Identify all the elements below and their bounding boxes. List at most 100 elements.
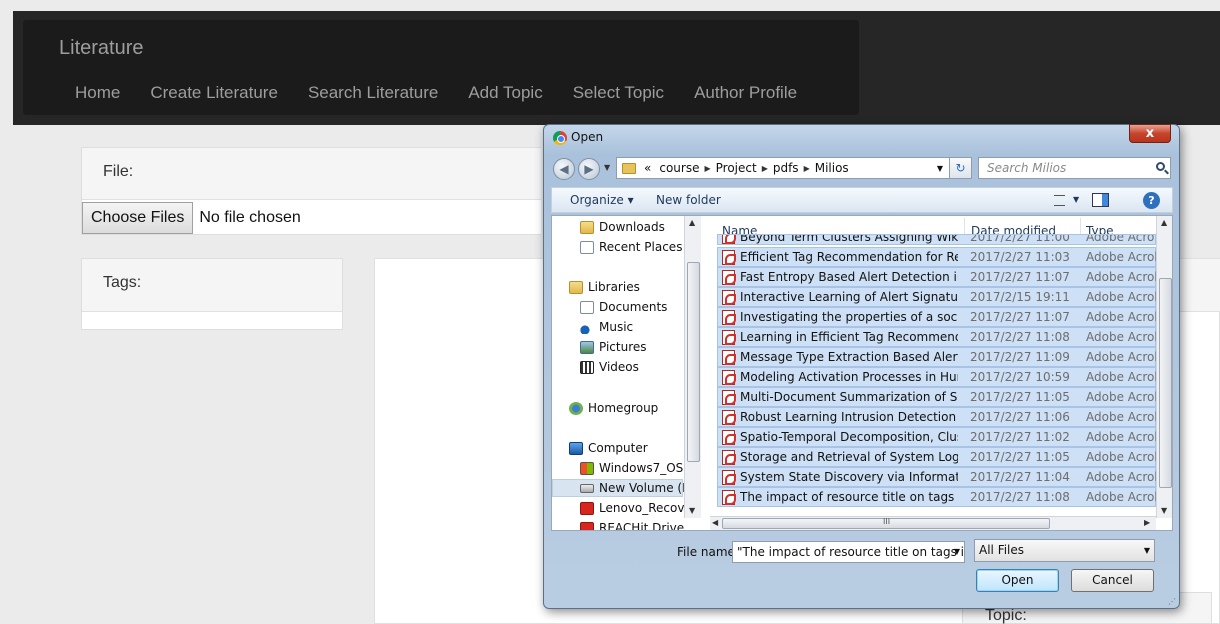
nav-home[interactable]: Home xyxy=(75,83,120,103)
dialog-title: Open xyxy=(571,130,604,144)
breadcrumb-course[interactable]: course xyxy=(659,161,699,175)
tree-item-windows-drive[interactable]: Windows7_OS (C xyxy=(580,459,700,477)
file-list: Name Date modified Type Beyond Term Clus… xyxy=(710,216,1172,530)
pdf-file-icon xyxy=(722,235,736,244)
tree-item-music[interactable]: Music xyxy=(580,318,633,336)
breadcrumb-milios[interactable]: Milios xyxy=(815,161,849,175)
tags-panel-title: Tags: xyxy=(103,274,142,291)
file-row[interactable]: Spatio-Temporal Decomposition, Cluster..… xyxy=(717,427,1156,447)
file-list-scrollbar[interactable]: ▲ ▼ xyxy=(1156,216,1172,518)
scroll-down-icon[interactable]: ▼ xyxy=(1161,506,1167,515)
address-bar[interactable]: « course ▶ Project ▶ pdfs ▶ Milios ▼ xyxy=(616,157,950,179)
breadcrumb-separator-icon[interactable]: ▶ xyxy=(704,164,710,173)
file-row[interactable]: Fast Entropy Based Alert Detection in Su… xyxy=(717,267,1156,287)
scroll-up-icon[interactable]: ▲ xyxy=(689,218,695,227)
file-name-input[interactable]: "The impact of resource title on tags in… xyxy=(732,541,965,563)
close-button[interactable]: x xyxy=(1129,124,1171,143)
file-row[interactable]: Learning in Efficient Tag Recommendation… xyxy=(717,327,1156,347)
chevron-down-icon[interactable]: ▼ xyxy=(954,547,960,556)
file-row[interactable]: Modeling Activation Processes in Huma...… xyxy=(717,367,1156,387)
tree-item-new-volume[interactable]: New Volume (D: xyxy=(552,479,695,497)
nav-select-topic[interactable]: Select Topic xyxy=(573,83,664,103)
file-input[interactable]: Choose Files No file chosen xyxy=(82,202,301,234)
nav-author-profile[interactable]: Author Profile xyxy=(694,83,797,103)
chevron-down-icon[interactable]: ▼ xyxy=(1144,546,1150,555)
new-folder-button[interactable]: New folder xyxy=(656,193,721,207)
windows-drive-icon xyxy=(580,461,594,475)
tree-item-reachit-drive[interactable]: REACHit Drive xyxy=(580,519,684,530)
search-icon[interactable] xyxy=(1156,162,1165,171)
refresh-icon[interactable]: ↻ xyxy=(950,157,972,179)
breadcrumb-pdfs[interactable]: pdfs xyxy=(773,161,799,175)
pdf-file-icon xyxy=(722,309,736,325)
pdf-file-icon xyxy=(722,369,736,385)
nav-add-topic[interactable]: Add Topic xyxy=(468,83,542,103)
topic-panel-title: Topic: xyxy=(985,607,1027,624)
file-type: Adobe Acrobat xyxy=(1086,310,1156,324)
file-name: Multi-Document Summarization of Scien... xyxy=(740,390,958,404)
tree-item-computer[interactable]: Computer xyxy=(569,439,648,457)
scrollbar-thumb[interactable] xyxy=(1159,278,1172,488)
scrollbar-thumb[interactable]: III xyxy=(722,517,1050,529)
cancel-button[interactable]: Cancel xyxy=(1071,569,1154,592)
file-type: Adobe Acrobat xyxy=(1086,430,1156,444)
breadcrumb-separator-icon[interactable]: ▶ xyxy=(762,164,768,173)
file-row[interactable]: System State Discovery via Information C… xyxy=(717,467,1156,487)
breadcrumb-project[interactable]: Project xyxy=(716,161,757,175)
forward-arrow-icon[interactable]: ▶ xyxy=(578,158,600,180)
file-row[interactable]: The impact of resource title on tags in … xyxy=(717,487,1156,507)
preview-pane-icon[interactable] xyxy=(1092,193,1109,207)
tree-item-label: Music xyxy=(599,320,634,334)
back-arrow-icon[interactable]: ◀ xyxy=(553,158,575,180)
tree-item-recent-places[interactable]: Recent Places xyxy=(580,238,682,256)
file-type: Adobe Acrobat xyxy=(1086,330,1156,344)
address-dropdown-icon[interactable]: ▼ xyxy=(937,164,943,173)
file-date: 2017/2/27 11:04 xyxy=(970,470,1070,484)
file-row[interactable]: Robust Learning Intrusion Detection for … xyxy=(717,407,1156,427)
search-input[interactable]: Search Milios xyxy=(978,157,1171,179)
file-row[interactable]: Message Type Extraction Based Alert Det.… xyxy=(717,347,1156,367)
tree-item-label: Documents xyxy=(599,300,668,314)
scroll-down-icon[interactable]: ▼ xyxy=(689,506,695,515)
address-overflow[interactable]: « xyxy=(644,161,651,175)
file-type: Adobe Acrobat xyxy=(1086,250,1156,264)
tree-item-documents[interactable]: Documents xyxy=(580,298,667,316)
pictures-icon xyxy=(580,340,594,354)
file-type: Adobe Acrobat xyxy=(1086,390,1156,404)
file-name: Learning in Efficient Tag Recommendation xyxy=(740,330,958,344)
tree-item-libraries[interactable]: Libraries xyxy=(569,278,640,296)
tree-item-pictures[interactable]: Pictures xyxy=(580,338,647,356)
tree-item-lenovo-recovery[interactable]: Lenovo_Recover xyxy=(580,499,697,517)
file-row[interactable]: Interactive Learning of Alert Signatures… xyxy=(717,287,1156,307)
file-date: 2017/2/27 11:03 xyxy=(970,250,1070,264)
file-row[interactable]: Efficient Tag Recommendation for Real-..… xyxy=(717,247,1156,267)
choose-files-button[interactable]: Choose Files xyxy=(82,202,194,234)
brand-logo[interactable]: Literature xyxy=(59,37,144,60)
scroll-left-icon[interactable]: ◀ xyxy=(712,518,718,527)
nav-search-literature[interactable]: Search Literature xyxy=(308,83,438,103)
tree-item-downloads[interactable]: Downloads xyxy=(580,218,665,236)
open-button[interactable]: Open xyxy=(976,569,1059,592)
tree-item-videos[interactable]: Videos xyxy=(580,358,639,376)
file-name: Robust Learning Intrusion Detection for … xyxy=(740,410,958,424)
file-row[interactable]: Storage and Retrieval of System Log Even… xyxy=(717,447,1156,467)
organize-menu[interactable]: Organize ▾ xyxy=(570,193,634,207)
change-view-icon[interactable] xyxy=(1054,195,1065,206)
file-type: Adobe Acrobat xyxy=(1086,290,1156,304)
scroll-up-icon[interactable]: ▲ xyxy=(1161,218,1167,227)
tree-scrollbar[interactable]: ▲ ▼ xyxy=(684,216,701,518)
resize-grip-icon[interactable]: ⋰ xyxy=(1168,597,1176,606)
view-options-chevron-icon[interactable]: ▼ xyxy=(1073,195,1079,204)
file-type-filter[interactable]: All Files ▼ xyxy=(974,539,1155,562)
scroll-right-icon[interactable]: ▶ xyxy=(1144,518,1150,527)
breadcrumb-separator-icon[interactable]: ▶ xyxy=(804,164,810,173)
scrollbar-thumb[interactable] xyxy=(687,262,700,462)
file-row[interactable]: Investigating the properties of a social… xyxy=(717,307,1156,327)
nav-create-literature[interactable]: Create Literature xyxy=(150,83,278,103)
file-row[interactable]: Beyond Term Clusters Assigning Wikiped..… xyxy=(717,234,1156,245)
file-list-horizontal-scrollbar[interactable]: ◀ III ▶ xyxy=(710,516,1156,530)
tree-item-homegroup[interactable]: Homegroup xyxy=(569,399,658,417)
help-icon[interactable]: ? xyxy=(1143,192,1160,209)
recent-locations-chevron-icon[interactable]: ▼ xyxy=(604,163,610,172)
file-row[interactable]: Multi-Document Summarization of Scien...… xyxy=(717,387,1156,407)
